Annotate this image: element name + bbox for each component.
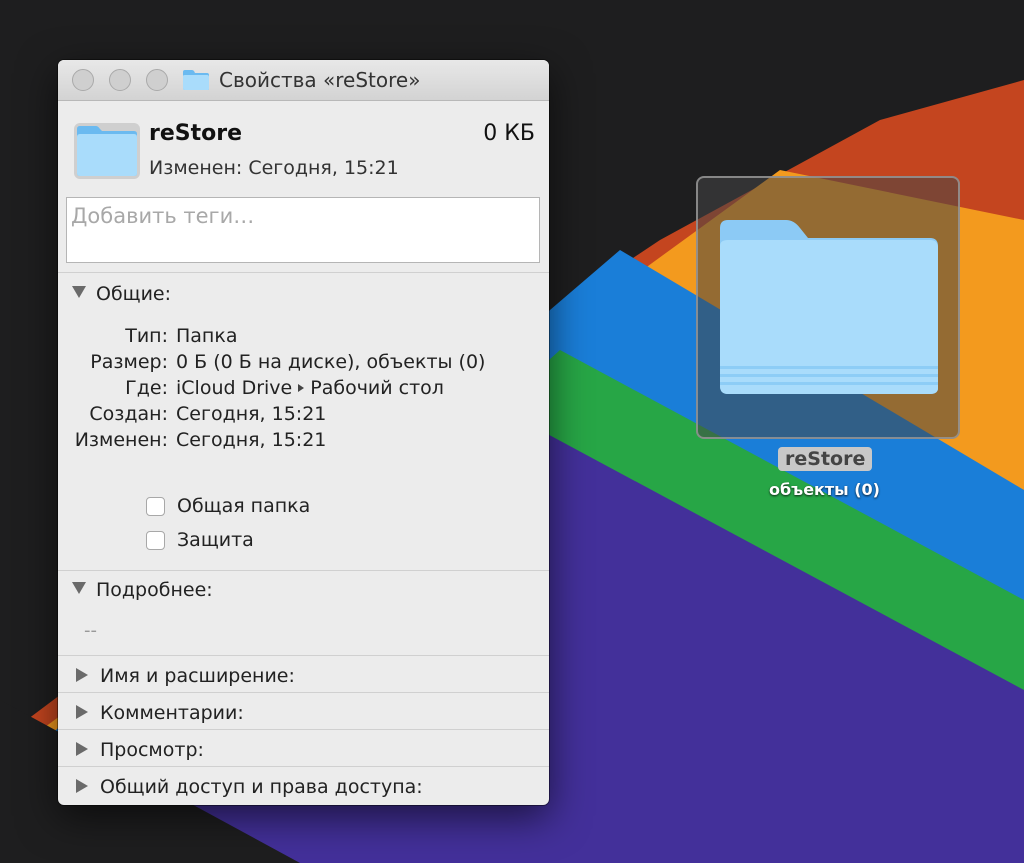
divider bbox=[58, 729, 549, 730]
item-name: reStore bbox=[149, 121, 243, 146]
item-size: 0 КБ bbox=[483, 121, 535, 146]
checkbox-box[interactable] bbox=[146, 497, 165, 516]
tags-input[interactable] bbox=[67, 198, 539, 234]
item-modified: Изменен: Сегодня, 15:21 bbox=[149, 157, 399, 179]
prop-value: Папка bbox=[176, 325, 238, 347]
folder-icon bbox=[183, 70, 209, 90]
disclosure-closed-icon bbox=[76, 742, 88, 756]
disclosure-closed-icon bbox=[76, 779, 88, 793]
section-comments-toggle[interactable]: Комментарии: bbox=[72, 702, 244, 724]
checkbox-box[interactable] bbox=[146, 531, 165, 550]
minimize-button[interactable] bbox=[109, 69, 131, 91]
prop-label: Создан: bbox=[89, 403, 168, 425]
path-segment: iCloud Drive bbox=[176, 377, 293, 399]
checkbox-label: Общая папка bbox=[177, 495, 311, 517]
section-name-extension-toggle[interactable]: Имя и расширение: bbox=[72, 665, 295, 687]
disclosure-open-icon bbox=[72, 582, 86, 594]
desktop-icon-label[interactable]: reStore bbox=[778, 447, 873, 471]
prop-value: Сегодня, 15:21 bbox=[176, 429, 327, 451]
section-label: Имя и расширение: bbox=[100, 665, 295, 687]
desktop-icon-subtitle: объекты (0) bbox=[769, 480, 880, 499]
section-label: Просмотр: bbox=[100, 739, 204, 761]
tags-field-container bbox=[66, 197, 540, 263]
section-label: Общий доступ и права доступа: bbox=[100, 776, 423, 798]
path-segment: Рабочий стол bbox=[310, 377, 444, 399]
disclosure-open-icon bbox=[72, 286, 86, 298]
divider bbox=[58, 692, 549, 693]
section-preview-toggle[interactable]: Просмотр: bbox=[72, 739, 204, 761]
prop-label: Изменен: bbox=[74, 429, 168, 451]
divider bbox=[58, 655, 549, 656]
folder-icon bbox=[74, 123, 140, 179]
info-header: reStore 0 КБ Изменен: Сегодня, 15:21 bbox=[58, 101, 549, 199]
prop-label: Где: bbox=[125, 377, 168, 399]
section-more-info-label: Подробнее: bbox=[96, 579, 213, 601]
prop-label: Тип: bbox=[125, 325, 168, 347]
path-separator-icon bbox=[298, 383, 305, 392]
folder-icon[interactable] bbox=[716, 216, 942, 398]
prop-value: Сегодня, 15:21 bbox=[176, 403, 327, 425]
section-sharing-permissions-toggle[interactable]: Общий доступ и права доступа: bbox=[72, 776, 423, 798]
prop-value: 0 Б (0 Б на диске), объекты (0) bbox=[176, 351, 486, 373]
checkbox-label: Защита bbox=[177, 529, 254, 551]
section-label: Комментарии: bbox=[100, 702, 244, 724]
section-general-toggle[interactable]: Общие: bbox=[72, 283, 171, 305]
disclosure-closed-icon bbox=[76, 668, 88, 682]
path-value: iCloud Drive Рабочий стол bbox=[176, 377, 444, 399]
close-button[interactable] bbox=[72, 69, 94, 91]
more-info-value: -- bbox=[84, 620, 97, 641]
divider bbox=[58, 570, 549, 571]
disclosure-closed-icon bbox=[76, 705, 88, 719]
prop-label: Размер: bbox=[90, 351, 168, 373]
zoom-button[interactable] bbox=[146, 69, 168, 91]
divider bbox=[58, 272, 549, 273]
section-general-label: Общие: bbox=[96, 283, 172, 305]
info-window: Свойства «reStore» reStore 0 КБ Изменен:… bbox=[58, 60, 549, 805]
divider bbox=[58, 766, 549, 767]
section-more-info-toggle[interactable]: Подробнее: bbox=[72, 579, 213, 601]
window-title: Свойства «reStore» bbox=[219, 68, 421, 92]
title-bar[interactable]: Свойства «reStore» bbox=[58, 60, 549, 101]
